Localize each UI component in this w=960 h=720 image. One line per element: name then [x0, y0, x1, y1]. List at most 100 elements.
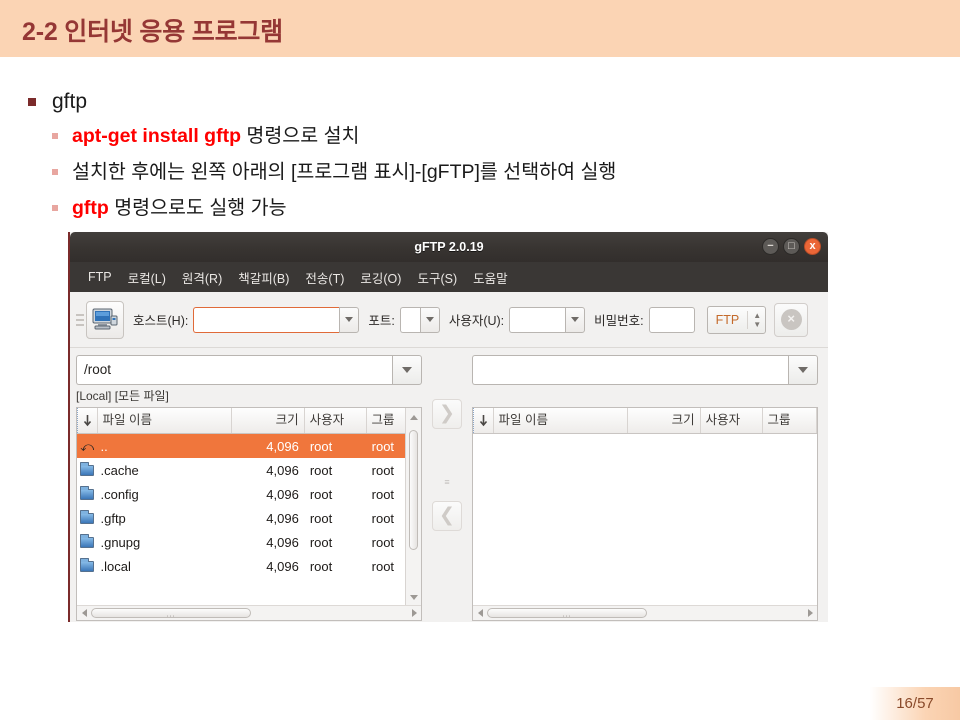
user-input[interactable]: [509, 306, 566, 333]
protocol-value: FTP: [715, 312, 740, 327]
remote-col-size[interactable]: 크기: [628, 408, 701, 433]
remote-path-dropdown-icon[interactable]: [788, 355, 818, 385]
menu-item-tools[interactable]: 도구(S): [409, 265, 465, 290]
file-size: 4,096: [266, 438, 299, 454]
port-label: 포트:: [368, 314, 395, 328]
remote-file-list[interactable]: 파일 이름 크기 사용자 그룹 ⋯: [472, 407, 818, 621]
file-user: root: [309, 486, 333, 502]
local-vertical-scrollbar[interactable]: [405, 408, 421, 606]
remote-col-name[interactable]: 파일 이름: [494, 408, 628, 433]
local-col-name[interactable]: 파일 이름: [98, 408, 232, 433]
table-row[interactable]: .gnupg 4,096 root root: [77, 530, 421, 554]
bullet-text-2: 설치한 후에는 왼쪽 아래의 [프로그램 표시]-[gFTP]를 선택하여 실행: [72, 161, 617, 183]
user-dropdown-icon[interactable]: [565, 306, 586, 333]
remote-pane: 파일 이름 크기 사용자 그룹 ⋯: [472, 355, 818, 621]
table-row[interactable]: .config 4,096 root root: [77, 482, 421, 506]
gftp-titlebar: gFTP 2.0.19 − □ x: [70, 232, 828, 262]
file-name: ..: [100, 438, 108, 454]
local-horizontal-scrollbar[interactable]: ⋯: [77, 605, 421, 620]
transfer-controls: ❯ ❮ ≡: [422, 355, 472, 621]
stop-icon: ×: [780, 309, 802, 330]
menu-item-local[interactable]: 로컬(L): [120, 265, 174, 290]
spinner-arrows-icon[interactable]: ▲ ▼: [747, 310, 761, 329]
minimize-icon[interactable]: −: [762, 238, 779, 255]
connect-toolbar-button[interactable]: [86, 300, 124, 339]
sort-indicator-icon[interactable]: [77, 408, 98, 433]
page-number-badge: 16/57: [870, 687, 960, 720]
remote-status-label: [472, 388, 818, 407]
local-col-user[interactable]: 사용자: [305, 408, 367, 433]
gftp-menubar: FTP 로컬(L) 원격(R) 책갈피(B) 전송(T) 로깅(O) 도구(S)…: [70, 262, 828, 292]
table-row[interactable]: .gftp 4,096 root root: [77, 506, 421, 530]
scroll-left-icon[interactable]: [77, 606, 91, 620]
scroll-down-icon[interactable]: [406, 590, 421, 604]
port-dropdown-icon[interactable]: [419, 306, 440, 333]
pane-splitter-handle[interactable]: ≡: [444, 478, 449, 487]
up-dir-icon: ⤺: [80, 438, 95, 454]
bullet-level1: gftp: [0, 86, 900, 118]
slide: 2-2 인터넷 응용 프로그램 gftp apt-get install gft…: [0, 0, 960, 720]
file-user: root: [309, 558, 333, 574]
remote-column-headers: 파일 이름 크기 사용자 그룹: [473, 408, 817, 434]
menu-item-remote[interactable]: 원격(R): [174, 265, 230, 290]
table-row[interactable]: .cache 4,096 root root: [77, 458, 421, 482]
scroll-up-icon[interactable]: [406, 410, 421, 424]
table-row[interactable]: ⤺ .. 4,096 root root: [77, 434, 421, 458]
bullet-text-1: 명령으로 설치: [241, 125, 360, 147]
user-label: 사용자(U):: [448, 314, 505, 328]
remote-horizontal-scrollbar[interactable]: ⋯: [473, 605, 817, 620]
file-name: .gftp: [100, 510, 126, 526]
table-row[interactable]: .local 4,096 root root: [77, 554, 421, 578]
folder-icon: [77, 485, 97, 500]
local-col-size[interactable]: 크기: [232, 408, 305, 433]
local-column-headers: 파일 이름 크기 사용자 그룹: [77, 408, 421, 434]
scroll-thumb[interactable]: ⋯: [487, 608, 647, 621]
bullet-text-3: 명령으로도 실행 가능: [108, 197, 287, 219]
transfer-to-local-button[interactable]: ❮: [432, 501, 462, 531]
remote-col-group[interactable]: 그룹: [763, 408, 817, 433]
maximize-icon[interactable]: □: [783, 238, 800, 255]
local-path-row: /root: [76, 355, 422, 385]
scroll-thumb[interactable]: ⋯: [91, 608, 251, 621]
file-user: root: [309, 438, 333, 454]
bullet-command-1: apt-get install gftp: [72, 125, 241, 147]
file-name: .config: [100, 486, 139, 502]
remote-rows: [473, 434, 817, 605]
stop-button[interactable]: ×: [774, 302, 809, 337]
sort-indicator-icon[interactable]: [473, 408, 494, 433]
grip-dots-icon: ⋯: [166, 611, 176, 621]
file-size: 4,096: [266, 462, 299, 478]
local-status-label: [Local] [모든 파일]: [76, 389, 169, 403]
computer-icon: [92, 308, 118, 329]
grip-dots-icon: ⋯: [562, 611, 572, 621]
window-controls: − □ x: [762, 238, 821, 255]
password-input[interactable]: [648, 306, 695, 333]
scroll-thumb[interactable]: [409, 430, 418, 550]
scroll-right-icon[interactable]: [803, 606, 817, 620]
menu-item-logging[interactable]: 로깅(O): [352, 265, 409, 290]
scroll-right-icon[interactable]: [407, 606, 421, 620]
local-rows: ⤺ .. 4,096 root root .cache 4,096 root r…: [77, 434, 421, 605]
port-input[interactable]: [399, 306, 420, 333]
toolbar-drag-handle[interactable]: [76, 310, 84, 330]
scroll-left-icon[interactable]: [473, 606, 487, 620]
gftp-bottom-strip: ⋯: [70, 621, 828, 622]
gftp-window: gFTP 2.0.19 − □ x FTP 로컬(L) 원격(R) 책갈피(B)…: [68, 232, 828, 622]
remote-path-input[interactable]: [472, 355, 788, 385]
menu-item-help[interactable]: 도움말: [465, 265, 516, 290]
local-path-dropdown-icon[interactable]: [392, 355, 422, 385]
host-input[interactable]: [193, 306, 340, 333]
menu-item-transfer[interactable]: 전송(T): [297, 265, 352, 290]
protocol-select[interactable]: FTP ▲ ▼: [706, 305, 767, 334]
file-size: 4,096: [266, 558, 299, 574]
menu-item-bookmarks[interactable]: 책갈피(B): [230, 265, 297, 290]
close-icon[interactable]: x: [804, 238, 821, 255]
remote-col-user[interactable]: 사용자: [701, 408, 763, 433]
host-dropdown-icon[interactable]: [339, 306, 360, 333]
menu-item-ftp[interactable]: FTP: [80, 267, 120, 287]
file-name: .local: [100, 558, 131, 574]
transfer-to-remote-button[interactable]: ❯: [432, 399, 462, 429]
local-file-list[interactable]: 파일 이름 크기 사용자 그룹 ⤺ .. 4,096 root root .ca…: [76, 407, 422, 621]
folder-icon: [77, 557, 97, 572]
local-path-input[interactable]: /root: [76, 355, 392, 385]
